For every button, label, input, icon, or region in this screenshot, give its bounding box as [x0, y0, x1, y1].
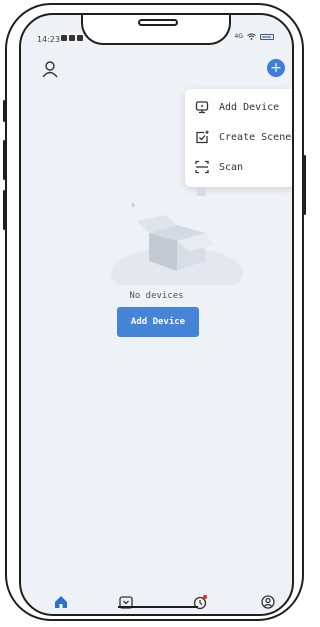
menu-item-label: Create Scene	[219, 131, 292, 143]
notification-icon	[77, 35, 83, 41]
menu-item-label: Scan	[219, 161, 244, 173]
tab-bar	[21, 588, 292, 614]
empty-box-icon	[111, 187, 243, 285]
plus-circle-icon[interactable]: +	[267, 59, 285, 77]
network-label: 4G	[234, 33, 243, 40]
notification-icon	[69, 35, 75, 41]
notch	[81, 15, 231, 45]
wifi-icon	[247, 33, 256, 40]
speaker-slot	[138, 19, 178, 26]
menu-item-create-scene[interactable]: Create Scene	[195, 127, 291, 147]
profile-icon[interactable]	[260, 594, 276, 610]
side-button	[3, 100, 6, 122]
side-button	[3, 140, 6, 180]
menu-item-add-device[interactable]: Add Device	[195, 97, 279, 117]
add-menu: Add Device Create Scene Scan	[185, 89, 292, 187]
scan-icon	[195, 160, 209, 174]
side-button	[303, 155, 306, 215]
app-screen: 14:23 4G + Add Device Create Scene Scan …	[19, 13, 294, 616]
notification-badge	[202, 594, 208, 600]
notification-icons	[61, 35, 83, 41]
menu-item-label: Add Device	[219, 101, 280, 113]
scenes-icon[interactable]	[118, 594, 134, 610]
menu-item-scan[interactable]: Scan	[195, 157, 243, 177]
status-right: 4G	[235, 33, 274, 40]
battery-icon	[260, 33, 274, 40]
side-button	[3, 190, 6, 230]
add-device-button[interactable]: Add Device	[117, 307, 199, 337]
add-device-icon	[195, 101, 209, 114]
empty-state-message: No devices	[129, 291, 184, 301]
smart-icon[interactable]	[192, 594, 208, 610]
notification-icon	[61, 35, 67, 41]
create-scene-icon	[196, 130, 209, 144]
home-icon[interactable]	[53, 594, 69, 610]
status-time: 14:23	[37, 35, 61, 44]
tabbar-divider	[118, 606, 198, 608]
person-outline-icon[interactable]	[41, 60, 59, 78]
